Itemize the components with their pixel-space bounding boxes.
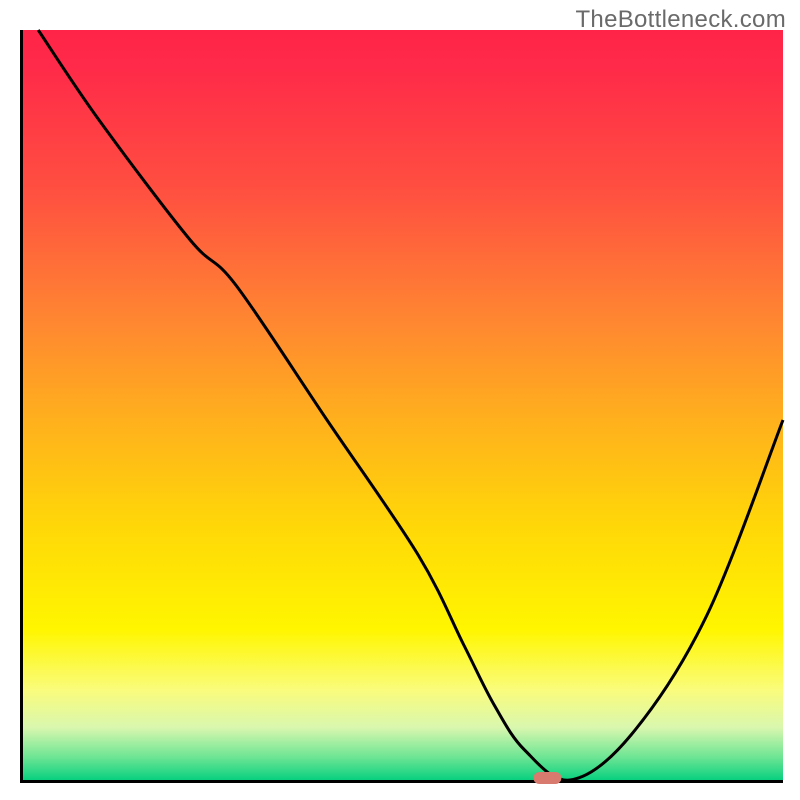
chart-frame: TheBottleneck.com xyxy=(0,0,800,800)
plot-area xyxy=(20,30,783,783)
optimal-marker xyxy=(533,772,561,784)
bottleneck-curve-path xyxy=(38,30,783,780)
curve-layer xyxy=(23,30,783,780)
